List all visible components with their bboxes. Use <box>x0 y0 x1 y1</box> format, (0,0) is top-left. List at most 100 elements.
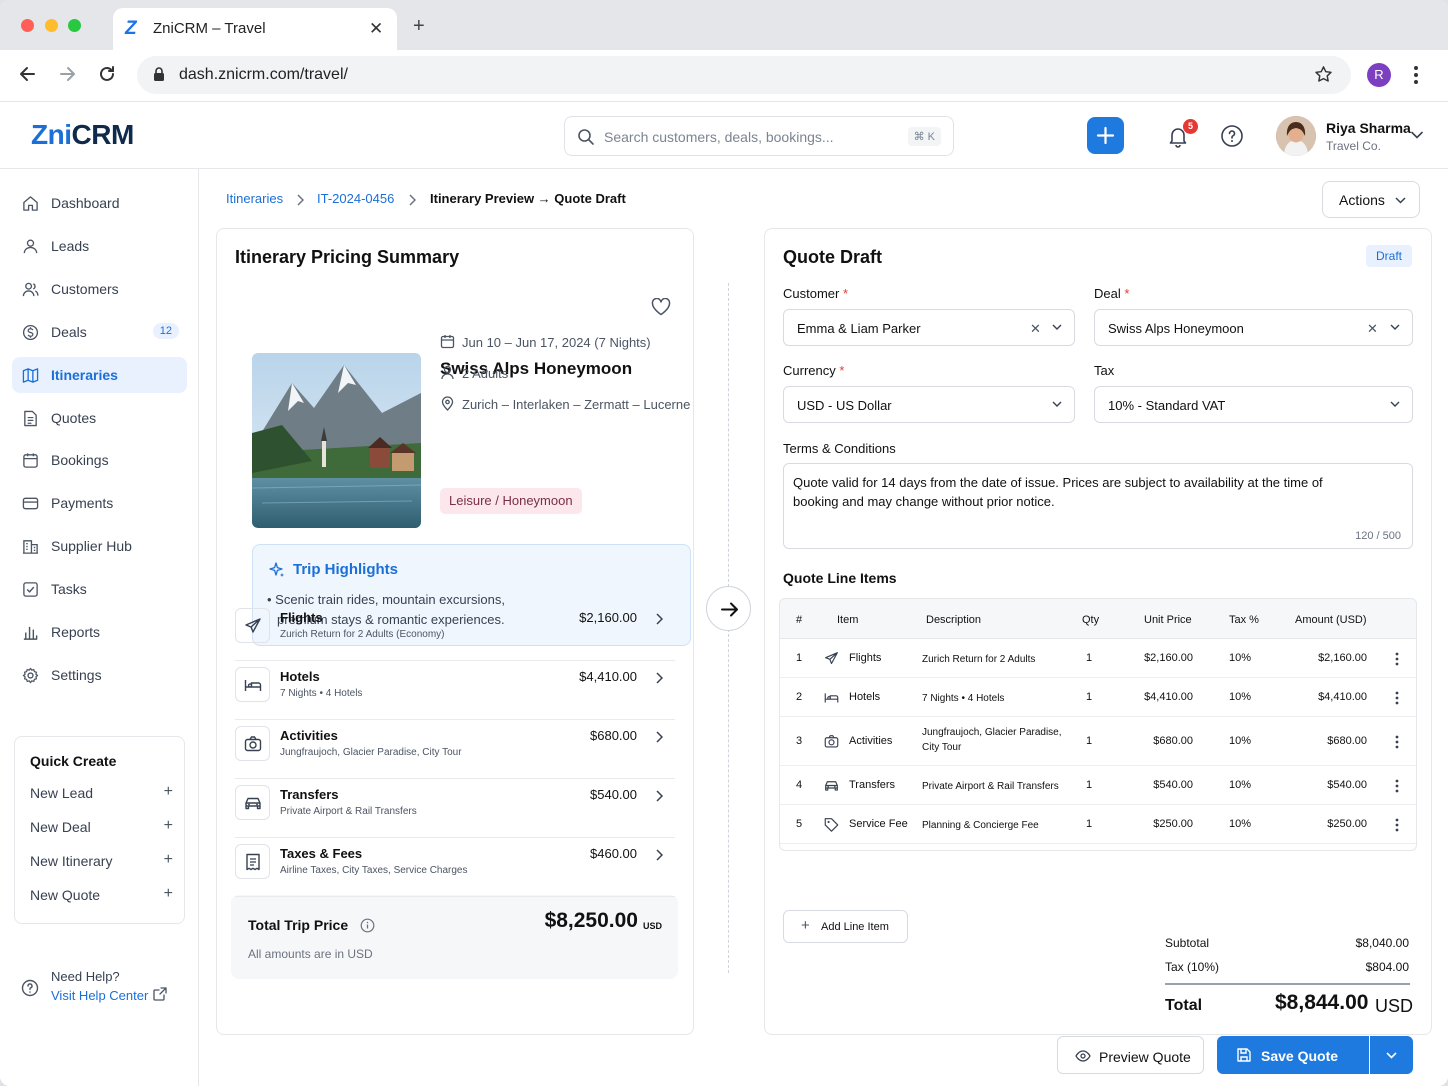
table-row[interactable]: 5 Service Fee Planning & Concierge Fee 1 $25… <box>780 805 1416 844</box>
browser-tab[interactable]: Z ZniCRM – Travel ✕ <box>113 8 397 50</box>
terms-textarea[interactable]: Quote valid for 14 days from the date of… <box>783 463 1413 549</box>
sidebar-item-label: Deals <box>51 323 87 340</box>
external-link-icon[interactable] <box>153 987 167 1001</box>
chevron-right-icon[interactable] <box>655 613 663 625</box>
new-tab-button[interactable]: + <box>413 15 425 38</box>
add-line-item-button[interactable]: + Add Line Item <box>783 910 908 943</box>
plus-icon[interactable]: + <box>164 885 173 903</box>
sidebar-item-supplier-hub[interactable]: Supplier Hub <box>12 528 187 564</box>
row-unit-price: $2,160.00 <box>1144 651 1193 664</box>
notification-count-badge: 5 <box>1183 119 1198 134</box>
quick-create-new-quote[interactable]: New Quote + <box>30 885 173 905</box>
plus-icon[interactable]: + <box>164 851 173 869</box>
row-menu-icon[interactable] <box>1395 735 1399 749</box>
chevron-right-icon[interactable] <box>655 672 663 684</box>
sidebar-item-deals[interactable]: Deals 12 <box>12 314 187 350</box>
help-circle-icon[interactable] <box>1220 124 1244 148</box>
table-row[interactable]: 1 Flights Zurich Return for 2 Adults 1 $2,16… <box>780 639 1416 678</box>
table-row[interactable]: 3 Activities Jungfraujoch, Glacier Paradis… <box>780 717 1416 766</box>
row-qty: 1 <box>1086 651 1093 664</box>
currency-select[interactable]: USD - US Dollar <box>783 386 1075 423</box>
count-badge: 12 <box>152 322 179 339</box>
row-tax: 10% <box>1229 651 1252 664</box>
quick-create-new-itinerary[interactable]: New Itinerary + <box>30 851 173 871</box>
table-row[interactable]: 4 Transfers Private Airport & Rail Transfe… <box>780 766 1416 805</box>
save-quote-button[interactable]: Save Quote <box>1217 1036 1369 1074</box>
row-menu-icon[interactable] <box>1395 652 1399 666</box>
breadcrumb-itinerary-id[interactable]: IT-2024-0456 <box>317 191 394 206</box>
sidebar-item-bookings[interactable]: Bookings <box>12 442 187 478</box>
plus-icon <box>1096 126 1115 145</box>
tax-summary-label: Tax (10%) <box>1165 960 1220 974</box>
tab-close-icon[interactable]: ✕ <box>369 19 383 39</box>
tax-select[interactable]: 10% - Standard VAT <box>1094 386 1413 423</box>
url-bar[interactable]: dash.znicrm.com/travel/ <box>137 56 1351 94</box>
row-description: Private Airport & Rail Transfers <box>922 780 1059 792</box>
maximize-window-button[interactable] <box>68 19 81 32</box>
chevron-right-icon[interactable] <box>655 731 663 743</box>
quick-create-new-lead[interactable]: New Lead + <box>30 783 173 803</box>
quick-create-new-deal[interactable]: New Deal + <box>30 817 173 837</box>
sidebar-item-settings[interactable]: Settings <box>12 657 187 693</box>
line-icon-box <box>235 726 270 761</box>
row-number: 2 <box>796 690 803 703</box>
bookmark-star-icon[interactable] <box>1314 65 1333 84</box>
pricing-line-taxes-fees[interactable]: Taxes & Fees Airline Taxes, City Taxes, S… <box>235 838 675 897</box>
global-search-input[interactable]: Search customers, deals, bookings... ⌘ K <box>564 116 954 156</box>
line-amount: $540.00 <box>590 787 637 802</box>
preview-quote-button[interactable]: Preview Quote <box>1057 1036 1204 1074</box>
create-new-button[interactable] <box>1087 117 1124 154</box>
sidebar-item-itineraries[interactable]: Itineraries <box>12 356 187 393</box>
currency-value: USD - US Dollar <box>797 398 892 413</box>
user-avatar[interactable] <box>1276 116 1316 156</box>
chevron-right-icon[interactable] <box>655 849 663 861</box>
heart-icon[interactable] <box>651 298 671 316</box>
chevron-right-icon[interactable] <box>655 790 663 802</box>
table-row[interactable]: 2 Hotels 7 Nights • 4 Hotels 1 $4,410.00 10% $… <box>780 678 1416 717</box>
clear-deal-icon[interactable]: ✕ <box>1367 321 1378 337</box>
chevron-down-icon[interactable] <box>1411 131 1423 139</box>
save-options-dropdown[interactable] <box>1370 1036 1413 1074</box>
breadcrumb-itineraries[interactable]: Itineraries <box>226 191 283 206</box>
reload-icon[interactable] <box>97 64 117 84</box>
grand-total-value: $8,844.00 <box>1275 991 1369 1014</box>
sidebar-item-customers[interactable]: Customers <box>12 271 187 307</box>
help-center-link[interactable]: Visit Help Center <box>51 988 148 1003</box>
back-arrow-icon[interactable] <box>18 64 38 84</box>
save-quote-label: Save Quote <box>1261 1048 1339 1064</box>
sidebar-item-tasks[interactable]: Tasks <box>12 571 187 607</box>
row-menu-icon[interactable] <box>1395 691 1399 705</box>
plus-icon[interactable]: + <box>164 817 173 835</box>
convert-to-quote-button[interactable] <box>706 586 751 631</box>
pricing-line-activities[interactable]: Activities Jungfraujoch, Glacier Paradise… <box>235 720 675 779</box>
pricing-line-hotels[interactable]: Hotels 7 Nights • 4 Hotels $4,410.00 <box>235 661 675 720</box>
brand-logo[interactable]: ZniCRM <box>31 119 134 151</box>
sidebar-item-payments[interactable]: Payments <box>12 485 187 521</box>
minimize-window-button[interactable] <box>45 19 58 32</box>
user-icon-wrap <box>22 238 39 255</box>
sidebar-item-quotes[interactable]: Quotes <box>12 400 187 436</box>
row-menu-icon[interactable] <box>1395 779 1399 793</box>
plus-icon[interactable]: + <box>164 783 173 801</box>
trip-route-text: Zurich – Interlaken – Zermatt – Lucerne <box>462 397 691 412</box>
browser-menu-icon[interactable] <box>1413 64 1419 86</box>
customer-select[interactable]: Emma & Liam Parker ✕ <box>783 309 1075 346</box>
actions-dropdown[interactable]: Actions <box>1322 181 1420 218</box>
browser-profile-avatar[interactable]: R <box>1367 63 1391 87</box>
info-icon[interactable] <box>360 918 375 933</box>
forward-arrow-icon[interactable] <box>57 64 77 84</box>
chevron-down-icon <box>1395 197 1406 204</box>
sidebar-item-leads[interactable]: Leads <box>12 228 187 264</box>
clear-customer-icon[interactable]: ✕ <box>1030 321 1041 337</box>
close-window-button[interactable] <box>21 19 34 32</box>
sidebar-item-dashboard[interactable]: Dashboard <box>12 185 187 221</box>
pricing-line-transfers[interactable]: Transfers Private Airport & Rail Transfer… <box>235 779 675 838</box>
pricing-line-flights[interactable]: Flights Zurich Return for 2 Adults (Econo… <box>235 602 675 661</box>
sidebar-item-reports[interactable]: Reports <box>12 614 187 650</box>
grand-total-label: Total <box>1165 997 1203 1014</box>
deal-select[interactable]: Swiss Alps Honeymoon ✕ <box>1094 309 1413 346</box>
sidebar-item-label: Quotes <box>51 409 97 426</box>
brand-prefix: Zni <box>31 119 72 150</box>
sidebar-item-label: Payments <box>51 495 114 512</box>
row-menu-icon[interactable] <box>1395 818 1399 832</box>
